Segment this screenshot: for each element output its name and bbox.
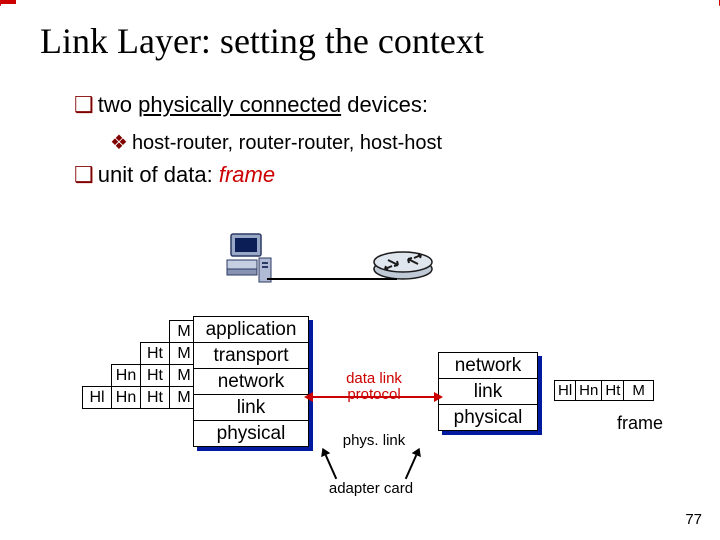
host-router-link-wire (267, 278, 397, 280)
bullet-devices-prefix: two (98, 92, 138, 117)
bullet-frame-word: frame (219, 162, 275, 187)
encapsulation-table: M Ht M Hn Ht M Hl Hn Ht M (82, 320, 199, 409)
layer-link: link (439, 379, 537, 405)
link-layer-arrow (312, 396, 435, 398)
frame-ht: Ht (602, 381, 624, 401)
adapter-card-label: adapter card (316, 480, 426, 497)
hdr-Hn: Hn (112, 365, 141, 387)
frame-m: M (624, 381, 654, 401)
adapter-arrow-left (325, 455, 337, 480)
bullet-diamond-icon: ❖ (110, 132, 128, 154)
bullet-square-icon: ❑ (74, 92, 94, 117)
layer-physical: physical (194, 421, 308, 446)
frame-hl: Hl (555, 381, 576, 401)
layer-link: link (194, 395, 308, 421)
layer-transport: transport (194, 343, 308, 369)
slide-number: 77 (685, 511, 702, 528)
router-layer-stack: network link physical (438, 352, 538, 431)
layer-physical: physical (439, 405, 537, 430)
bullet-devices: ❑two physically connected devices: (74, 92, 428, 118)
adapter-arrow-right (405, 455, 417, 480)
hdr-Ht: Ht (141, 365, 170, 387)
hdr-Ht: Ht (141, 343, 170, 365)
bullet-devices-suffix: devices: (341, 92, 428, 117)
frame-label: frame (610, 413, 670, 434)
bullet-devices-examples-text: host-router, router-router, host-host (132, 132, 442, 154)
frame-packet: Hl Hn Ht M (554, 380, 654, 401)
bullet-frame: ❑unit of data: frame (74, 162, 275, 188)
router-icon (372, 249, 434, 281)
bullet-devices-examples: ❖host-router, router-router, host-host (110, 130, 442, 155)
host-computer-icon (225, 232, 273, 291)
hdr-Hn: Hn (112, 387, 141, 409)
phys-link-label: phys. link (334, 432, 414, 449)
slide-title: Link Layer: setting the context (40, 20, 484, 62)
hdr-Ht: Ht (141, 387, 170, 409)
layer-network: network (439, 353, 537, 379)
host-layer-stack: application transport network link physi… (193, 316, 309, 447)
layer-application: application (194, 317, 308, 343)
bullet-square-icon: ❑ (74, 162, 94, 187)
layer-network: network (194, 369, 308, 395)
network-arrow-right (0, 2, 16, 4)
hdr-Hl: Hl (83, 387, 112, 409)
bullet-devices-underlined: physically connected (138, 92, 341, 117)
datalink-protocol-label: data link protocol (324, 371, 424, 403)
frame-hn: Hn (576, 381, 602, 401)
bullet-frame-prefix: unit of data: (98, 162, 219, 187)
